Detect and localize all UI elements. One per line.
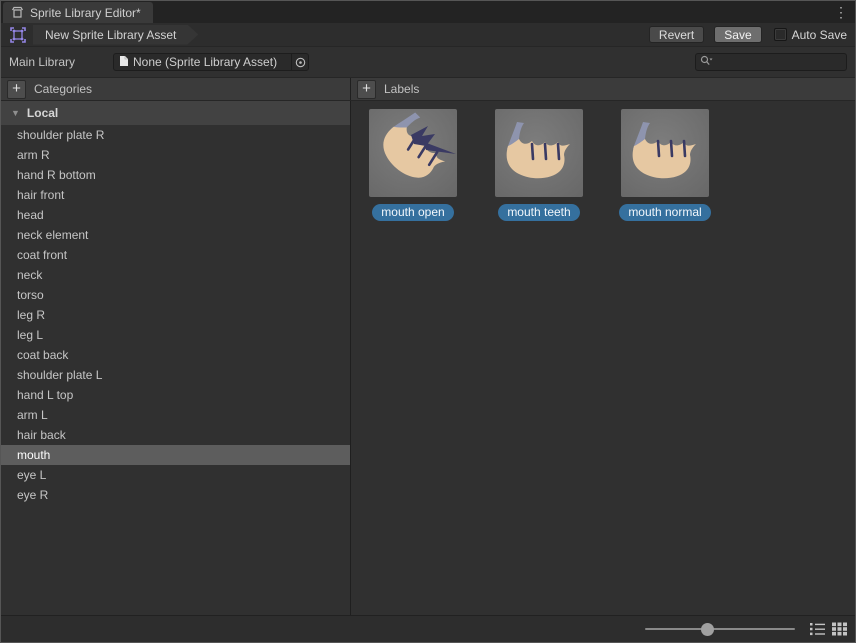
- slider-handle[interactable]: [701, 623, 714, 636]
- category-item[interactable]: hand R bottom: [1, 165, 350, 185]
- auto-save-checkbox[interactable]: [774, 28, 787, 41]
- window-menu-button[interactable]: ⋮: [833, 3, 849, 21]
- sprite-thumbnail-normal[interactable]: [621, 109, 709, 197]
- panel-headers: + Categories + Labels: [1, 77, 855, 101]
- search-icon: [700, 55, 713, 70]
- label-cell: mouth teeth: [495, 109, 583, 221]
- label-name-pill[interactable]: mouth teeth: [498, 204, 579, 221]
- category-item[interactable]: leg R: [1, 305, 350, 325]
- search-input[interactable]: [715, 55, 842, 69]
- category-item[interactable]: shoulder plate L: [1, 365, 350, 385]
- footer-bar: [1, 615, 855, 642]
- object-picker-icon[interactable]: [291, 54, 308, 70]
- category-item[interactable]: arm R: [1, 145, 350, 165]
- category-item[interactable]: coat back: [1, 345, 350, 365]
- search-field[interactable]: [695, 53, 847, 71]
- categories-panel: ▼ Local shoulder plate Rarm Rhand R bott…: [1, 101, 351, 615]
- foldout-triangle-icon: ▼: [11, 108, 20, 118]
- category-item[interactable]: neck element: [1, 225, 350, 245]
- asset-file-icon: [119, 55, 129, 70]
- object-field-value: None (Sprite Library Asset): [133, 55, 287, 69]
- category-item[interactable]: head: [1, 205, 350, 225]
- main-library-row: Main Library None (Sprite Library Asset): [1, 47, 855, 77]
- main-library-object-field[interactable]: None (Sprite Library Asset): [113, 53, 309, 71]
- list-view-icon[interactable]: [809, 621, 825, 637]
- sprite-library-editor-icon: [11, 6, 24, 19]
- sprite-thumbnail-teeth[interactable]: [495, 109, 583, 197]
- revert-button[interactable]: Revert: [649, 26, 704, 43]
- breadcrumb-label: New Sprite Library Asset: [45, 28, 176, 42]
- grid-view-icon[interactable]: [831, 621, 847, 637]
- category-item[interactable]: shoulder plate R: [1, 125, 350, 145]
- slider-track: [645, 628, 795, 630]
- category-item[interactable]: torso: [1, 285, 350, 305]
- thumbnail-size-slider[interactable]: [645, 622, 795, 636]
- tab-strip: Sprite Library Editor* ⋮: [1, 1, 855, 23]
- local-foldout[interactable]: ▼ Local: [1, 101, 350, 125]
- category-item[interactable]: neck: [1, 265, 350, 285]
- label-name-pill[interactable]: mouth normal: [619, 204, 710, 221]
- add-category-button[interactable]: +: [7, 80, 26, 99]
- breadcrumb-new-sprite-library-asset[interactable]: New Sprite Library Asset: [33, 25, 198, 45]
- label-name-pill[interactable]: mouth open: [372, 204, 453, 221]
- save-button[interactable]: Save: [714, 26, 761, 43]
- main-library-label: Main Library: [9, 55, 113, 69]
- category-item[interactable]: coat front: [1, 245, 350, 265]
- category-item[interactable]: eye L: [1, 465, 350, 485]
- sprite-thumbnail-open[interactable]: [369, 109, 457, 197]
- label-cell: mouth normal: [621, 109, 709, 221]
- local-group-label: Local: [27, 106, 58, 120]
- category-item[interactable]: arm L: [1, 405, 350, 425]
- category-item[interactable]: eye R: [1, 485, 350, 505]
- categories-header: + Categories: [1, 78, 351, 100]
- category-item[interactable]: leg L: [1, 325, 350, 345]
- categories-header-label: Categories: [34, 82, 92, 96]
- sprite-library-asset-icon: [9, 26, 27, 44]
- tab-title: Sprite Library Editor*: [30, 6, 141, 20]
- sprite-library-editor-window: Sprite Library Editor* ⋮ New Sprite Libr…: [0, 0, 856, 643]
- category-item[interactable]: hair front: [1, 185, 350, 205]
- tab-sprite-library-editor[interactable]: Sprite Library Editor*: [3, 2, 153, 23]
- content-area: ▼ Local shoulder plate Rarm Rhand R bott…: [1, 101, 855, 615]
- category-item[interactable]: mouth: [1, 445, 350, 465]
- toolbar: New Sprite Library Asset Revert Save Aut…: [1, 23, 855, 47]
- auto-save-label: Auto Save: [792, 28, 847, 42]
- category-item[interactable]: hair back: [1, 425, 350, 445]
- category-item[interactable]: hand L top: [1, 385, 350, 405]
- category-list: shoulder plate Rarm Rhand R bottomhair f…: [1, 125, 350, 505]
- labels-header: + Labels: [351, 78, 855, 100]
- label-cell: mouth open: [369, 109, 457, 221]
- add-label-button[interactable]: +: [357, 80, 376, 99]
- labels-header-label: Labels: [384, 82, 419, 96]
- labels-panel: mouth open mouth teeth mouth normal: [351, 101, 855, 615]
